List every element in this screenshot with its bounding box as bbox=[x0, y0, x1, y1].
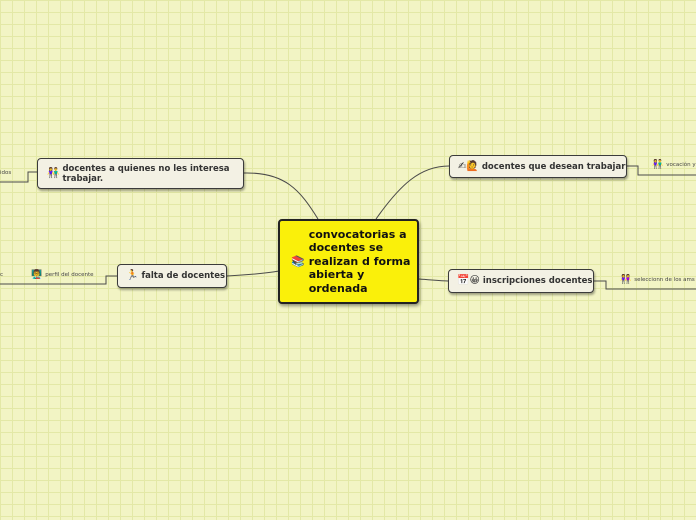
topic-inscripciones-label: inscripciones docentes bbox=[482, 276, 593, 286]
books-icon: 📚 bbox=[291, 254, 305, 268]
leaf-perfil-docente[interactable]: 👨‍🏫 perfil del docente bbox=[31, 270, 94, 280]
calendar-icon: 📅😀 bbox=[457, 275, 480, 286]
link-central-no-interesa bbox=[243, 172, 319, 220]
topic-inscripciones[interactable]: 📅😀 inscripciones docentes bbox=[448, 269, 594, 293]
central-topic[interactable]: 📚 convocatorias a docentes se realizan d… bbox=[278, 219, 419, 304]
leaf-seleccion-label: seleccionn de los ams bbox=[634, 277, 695, 283]
women-icon: 👭 bbox=[620, 275, 632, 285]
link-central-desean bbox=[375, 165, 450, 220]
topic-desean-label: docentes que desean trabajar bbox=[481, 161, 626, 172]
leaf-no-interesa-label: idos bbox=[0, 170, 12, 176]
topic-no-interesa-label: docentes a quienes no les interesa traba… bbox=[62, 163, 230, 184]
leaf-perfil-docente-label: perfil del docente bbox=[45, 272, 94, 278]
people-icon: 👫 bbox=[47, 167, 60, 179]
writing-hand-icon: ✍🙋 bbox=[458, 160, 479, 172]
teacher-icon: 👨‍🏫 bbox=[31, 270, 43, 280]
leaf-no-interesa[interactable]: idos bbox=[0, 170, 11, 176]
leaf-vocacion[interactable]: 👫 vocación y bbox=[652, 160, 696, 170]
leaf-falta-far[interactable]: c bbox=[0, 272, 3, 278]
link-central-falta bbox=[226, 270, 280, 277]
central-topic-label: convocatorias a docentes se realizan d f… bbox=[308, 227, 411, 295]
leaf-seleccion[interactable]: 👭 seleccionn de los ams bbox=[620, 275, 695, 285]
leaf-vocacion-label: vocación y bbox=[666, 162, 696, 168]
link-central-inscripciones bbox=[418, 278, 449, 282]
topic-falta[interactable]: 🏃 falta de docentes bbox=[117, 264, 227, 288]
topic-falta-label: falta de docentes bbox=[141, 271, 226, 281]
topic-desean[interactable]: ✍🙋 docentes que desean trabajar bbox=[449, 155, 627, 178]
topic-no-interesa[interactable]: 👫 docentes a quienes no les interesa tra… bbox=[37, 158, 244, 189]
people-icon: 👫 bbox=[652, 160, 664, 170]
running-icon: 🏃 bbox=[126, 270, 139, 281]
leaf-falta-far-label: c bbox=[0, 272, 4, 278]
